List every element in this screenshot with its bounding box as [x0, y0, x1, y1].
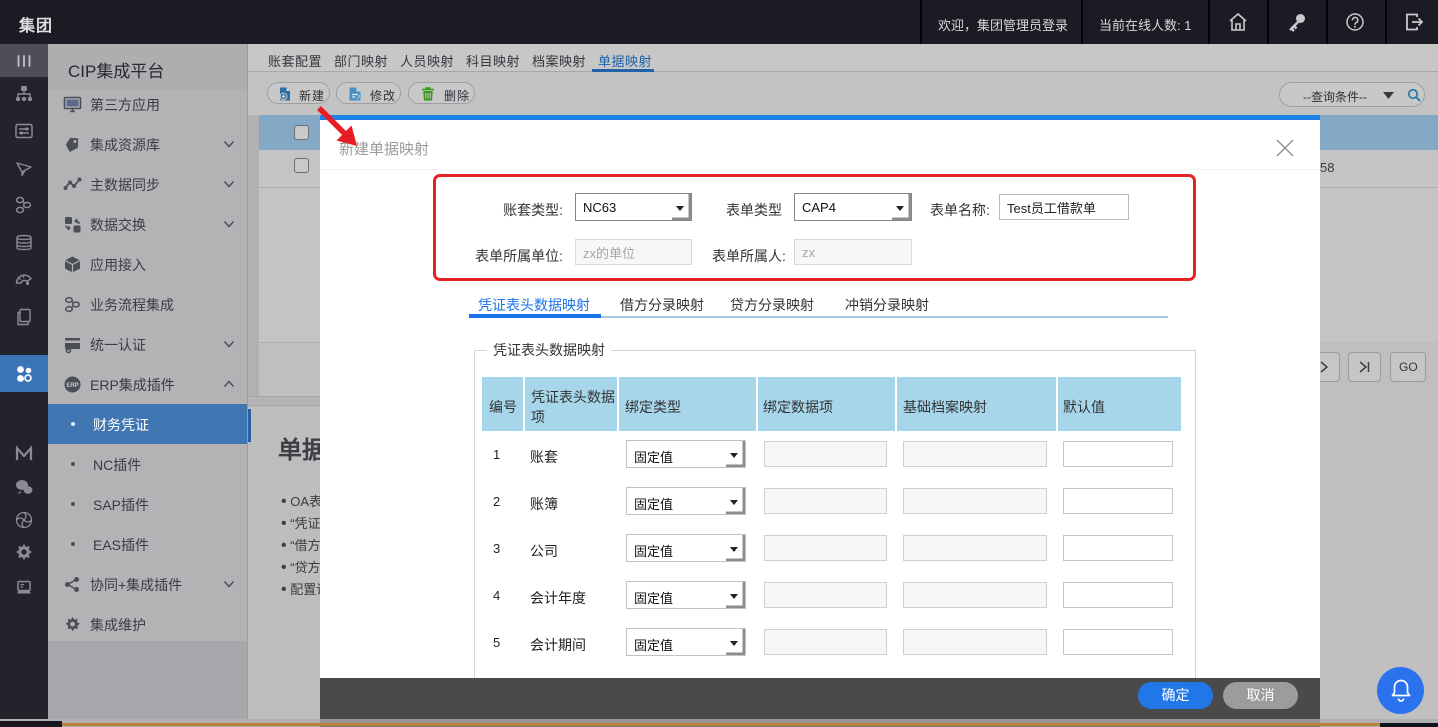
svg-text:ERP: ERP: [66, 383, 78, 389]
